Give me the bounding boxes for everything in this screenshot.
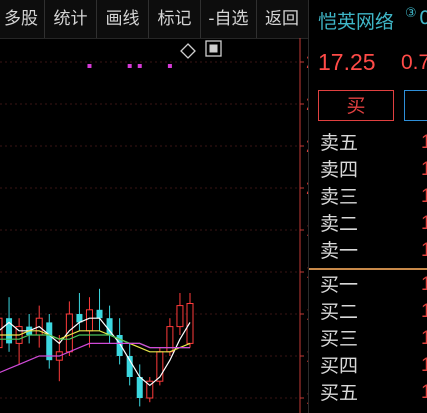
chart-toolbar: 多股 统计 画线 标记 -自选 返回 bbox=[0, 0, 308, 39]
bid-value: 1 bbox=[421, 328, 427, 349]
candle-body-down bbox=[96, 309, 103, 319]
ask-row: 卖二 1 bbox=[309, 211, 427, 237]
toolbar-back-button[interactable]: 返回 bbox=[257, 0, 307, 38]
candle-body-up bbox=[176, 305, 184, 328]
ask-label: 卖二 bbox=[320, 213, 359, 235]
toolbar-statistics-button[interactable]: 统计 bbox=[45, 0, 97, 38]
ask-value: 1 bbox=[421, 159, 427, 180]
event-marker bbox=[127, 64, 132, 68]
bid-row: 买二 1 bbox=[309, 299, 427, 325]
ask-value: 1 bbox=[421, 186, 427, 207]
kline-chart[interactable]: 23.0022.0021.0020.0019.0018.0017.0016.00… bbox=[0, 38, 308, 413]
bid-label: 买一 bbox=[320, 274, 359, 296]
ask-label: 卖一 bbox=[320, 240, 359, 262]
ma-line bbox=[0, 334, 190, 349]
ask-row: 卖三 1 bbox=[309, 184, 427, 210]
bid-row: 买三 1 bbox=[309, 326, 427, 352]
order-book-divider bbox=[309, 268, 427, 270]
current-price: 17.25 bbox=[318, 49, 376, 75]
stock-code: 0 bbox=[419, 7, 427, 29]
toolbar-draw-line-button[interactable]: 画线 bbox=[97, 0, 149, 38]
toolbar-remove-watchlist-button[interactable]: -自选 bbox=[201, 0, 257, 38]
stock-badge: ③ bbox=[405, 6, 417, 21]
bid-value: 1 bbox=[421, 355, 427, 376]
event-marker bbox=[167, 64, 172, 68]
bid-label: 买五 bbox=[320, 382, 359, 404]
price-change: 0.7 bbox=[401, 51, 427, 74]
bid-value: 1 bbox=[421, 382, 427, 403]
ask-row: 卖一 1 bbox=[309, 238, 427, 264]
ask-label: 卖四 bbox=[320, 159, 359, 181]
quote-panel: 恺英网络 ③ 0 17.25 0.7 买 卖五 1 卖四 1 卖三 1 卖二 1 卖一 1… bbox=[308, 0, 427, 413]
buy-button[interactable]: 买 bbox=[318, 90, 394, 121]
ask-row: 卖五 1 bbox=[309, 130, 427, 156]
bid-value: 1 bbox=[421, 274, 427, 295]
ask-value: 1 bbox=[421, 213, 427, 234]
bid-row: 买五 1 bbox=[309, 380, 427, 406]
ask-label: 卖五 bbox=[320, 132, 359, 154]
bid-row: 买一 1 bbox=[309, 272, 427, 298]
event-marker bbox=[87, 64, 92, 68]
bid-label: 买四 bbox=[320, 355, 359, 377]
event-markers bbox=[87, 64, 172, 68]
ask-value: 1 bbox=[421, 132, 427, 153]
bid-row: 买四 1 bbox=[309, 353, 427, 379]
diamond-icon[interactable] bbox=[180, 43, 196, 59]
ask-label: 卖三 bbox=[320, 186, 359, 208]
candle-body-down bbox=[46, 322, 53, 361]
candle-body-up bbox=[0, 317, 3, 349]
ask-value: 1 bbox=[421, 240, 427, 261]
window-toggle-icon[interactable] bbox=[205, 40, 222, 57]
bid-value: 1 bbox=[421, 301, 427, 322]
bid-label: 买二 bbox=[320, 301, 359, 323]
bid-label: 买三 bbox=[320, 328, 359, 350]
event-marker bbox=[137, 64, 142, 68]
candles bbox=[0, 288, 194, 407]
candle-body-up bbox=[85, 309, 93, 332]
stock-name: 恺英网络 bbox=[318, 11, 395, 33]
sell-button[interactable] bbox=[404, 90, 427, 121]
ask-row: 卖四 1 bbox=[309, 157, 427, 183]
candle-body-down bbox=[136, 377, 143, 398]
toolbar-multi-stock-button[interactable]: 多股 bbox=[0, 0, 45, 38]
toolbar-mark-button[interactable]: 标记 bbox=[149, 0, 201, 38]
quote-header: 恺英网络 ③ 0 bbox=[309, 0, 427, 38]
